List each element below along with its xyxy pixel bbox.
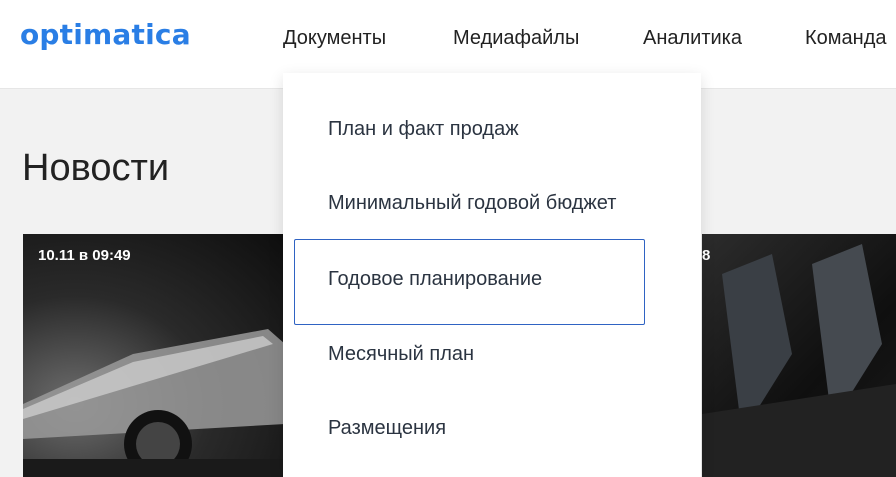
logo[interactable]: optimatica (20, 18, 191, 51)
nav-item-analytics[interactable]: Аналитика (643, 27, 742, 50)
card-date: 8 (702, 247, 710, 264)
documents-dropdown-menu: План и факт продаж Минимальный годовой б… (283, 73, 701, 477)
menu-item-monthly-plan[interactable]: Месячный план (328, 343, 474, 366)
menu-item-placements[interactable]: Размещения (328, 417, 446, 440)
card-date: 10.11 в 09:49 (38, 247, 131, 264)
news-card[interactable]: 8 (702, 234, 896, 477)
news-card-image (23, 329, 285, 477)
nav-item-media[interactable]: Медиафайлы (453, 27, 579, 50)
menu-item-annual-planning[interactable]: Годовое планирование (294, 239, 645, 325)
menu-item-sales-plan-fact[interactable]: План и факт продаж (328, 118, 519, 141)
menu-item-label: Годовое планирование (328, 268, 543, 290)
menu-item-min-annual-budget[interactable]: Минимальный годовой бюджет (328, 192, 616, 215)
page-title: Новости (22, 147, 170, 189)
nav-item-team[interactable]: Команда (805, 27, 886, 50)
nav-item-documents[interactable]: Документы (283, 27, 386, 50)
news-card-image (702, 244, 896, 477)
news-card[interactable]: 10.11 в 09:49 (23, 234, 285, 477)
